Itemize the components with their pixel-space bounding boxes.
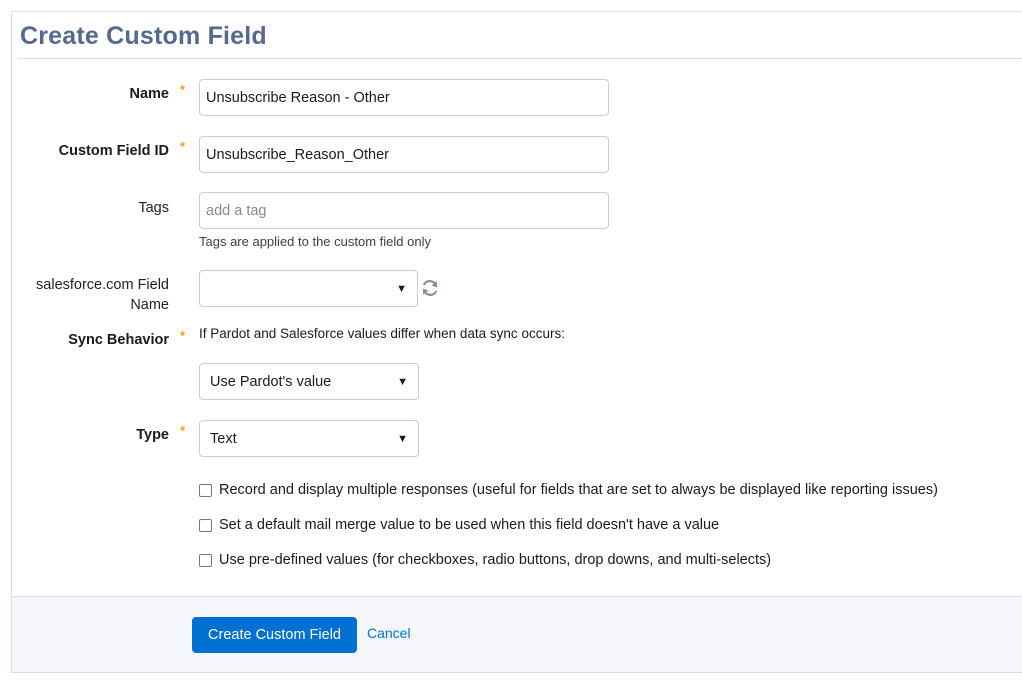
chevron-down-icon: ▼ bbox=[397, 375, 408, 388]
tags-label: Tags bbox=[138, 200, 169, 216]
sync-behavior-description: If Pardot and Salesforce values differ w… bbox=[199, 326, 565, 341]
option-label: Use pre-defined values (for checkboxes, … bbox=[219, 552, 772, 568]
salesforce-field-label-line1: salesforce.com Field bbox=[36, 277, 169, 293]
option-label: Set a default mail merge value to be use… bbox=[219, 517, 720, 533]
custom-field-id-label: Custom Field ID bbox=[58, 143, 169, 159]
salesforce-field-label-line2: Name bbox=[130, 297, 169, 313]
chevron-down-icon: ▼ bbox=[397, 432, 408, 445]
type-label: Type bbox=[136, 427, 169, 443]
chevron-down-icon: ▼ bbox=[396, 282, 407, 295]
required-marker: * bbox=[180, 423, 186, 438]
default-mail-merge-checkbox[interactable] bbox=[199, 518, 212, 532]
create-custom-field-button[interactable]: Create Custom Field bbox=[192, 617, 357, 653]
cancel-link[interactable]: Cancel bbox=[367, 625, 411, 641]
required-marker: * bbox=[180, 82, 186, 97]
option-multiple-responses[interactable]: Record and display multiple responses (u… bbox=[199, 482, 938, 498]
form-footer bbox=[11, 596, 1022, 673]
name-input[interactable] bbox=[199, 79, 609, 116]
type-value: Text bbox=[210, 430, 237, 447]
required-marker: * bbox=[180, 328, 186, 343]
required-marker: * bbox=[180, 139, 186, 154]
sync-behavior-value: Use Pardot's value bbox=[210, 373, 332, 390]
option-default-mail-merge[interactable]: Set a default mail merge value to be use… bbox=[199, 517, 719, 533]
sync-behavior-select[interactable]: Use Pardot's value ▼ bbox=[199, 363, 419, 400]
salesforce-field-select[interactable]: ▼ bbox=[199, 270, 418, 307]
title-divider bbox=[18, 58, 1022, 59]
type-select[interactable]: Text ▼ bbox=[199, 420, 419, 457]
option-label: Record and display multiple responses (u… bbox=[219, 482, 938, 498]
option-predefined-values[interactable]: Use pre-defined values (for checkboxes, … bbox=[199, 552, 771, 568]
name-label: Name bbox=[129, 86, 170, 102]
tags-input[interactable] bbox=[199, 192, 609, 229]
multiple-responses-checkbox[interactable] bbox=[199, 483, 212, 497]
tags-hint: Tags are applied to the custom field onl… bbox=[199, 234, 431, 249]
sync-behavior-label: Sync Behavior bbox=[68, 332, 169, 348]
refresh-icon[interactable] bbox=[420, 278, 440, 298]
page-title: Create Custom Field bbox=[20, 22, 267, 50]
custom-field-id-input[interactable] bbox=[199, 136, 609, 173]
predefined-values-checkbox[interactable] bbox=[199, 553, 212, 567]
